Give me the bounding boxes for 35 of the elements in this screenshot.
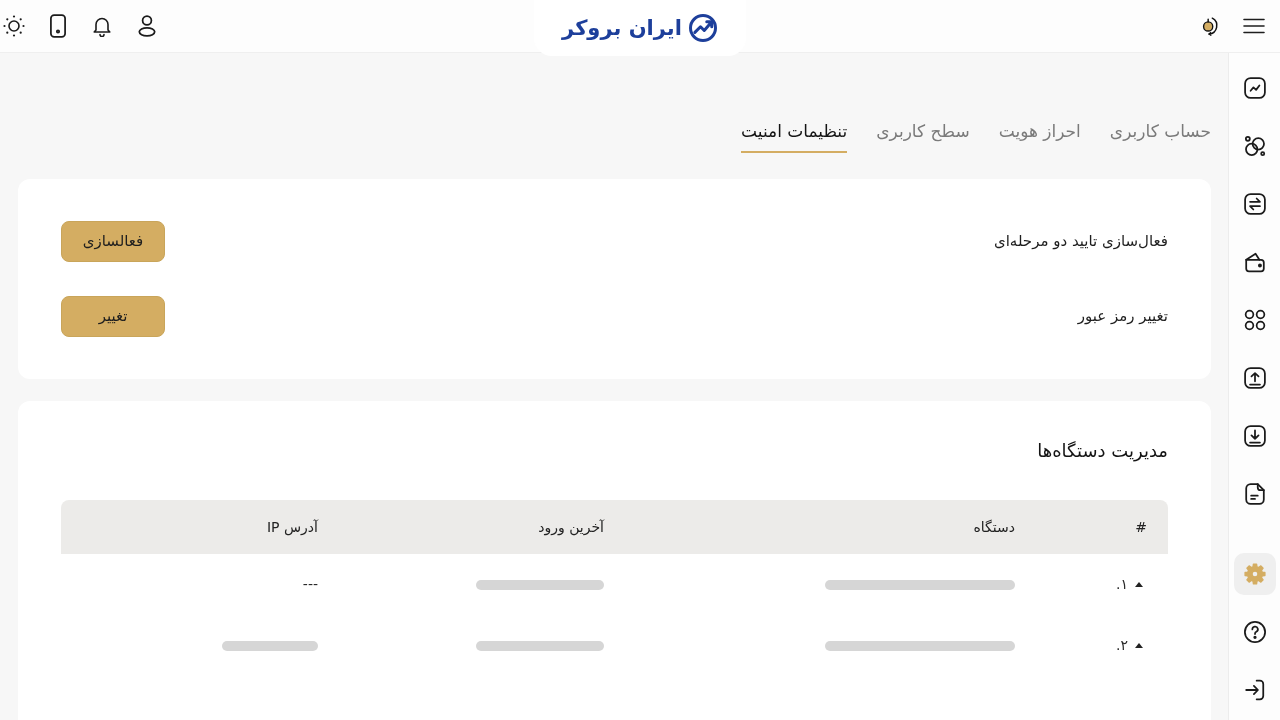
tab[interactable]: تنظیمات امنیت [741, 119, 848, 153]
caret-up-icon[interactable] [1135, 643, 1143, 648]
chart-icon [1243, 77, 1266, 99]
menu-icon[interactable] [1243, 18, 1265, 34]
setting-label: فعال‌سازی تایید دو مرحله‌ای [993, 231, 1168, 253]
caret-up-icon[interactable] [1135, 582, 1143, 587]
wallet-icon [1243, 251, 1266, 273]
logo-text: ایران بروکر [562, 15, 682, 42]
table-cell-text: --- [302, 575, 318, 594]
login-icon [1243, 679, 1266, 701]
document-icon [1243, 483, 1266, 505]
row-number: ۱. [1116, 575, 1128, 594]
apps-icon [1243, 309, 1266, 331]
user-icon[interactable] [137, 15, 157, 37]
swap-icon [1243, 193, 1266, 215]
setting-label: تغییر رمز عبور [1077, 306, 1168, 328]
circles-icon [1243, 135, 1266, 157]
tab[interactable]: سطح کاربری [876, 119, 970, 153]
sun-icon[interactable] [3, 15, 25, 37]
download-icon [1243, 425, 1266, 447]
action-button[interactable]: تغییر [61, 296, 165, 337]
upload-icon [1243, 367, 1266, 389]
tab[interactable]: احراز هویت [998, 119, 1081, 153]
column-header: # [1036, 500, 1168, 554]
help-icon [1243, 621, 1266, 643]
column-header: دستگاه [625, 500, 1036, 554]
settings-icon [1243, 563, 1266, 585]
column-header: آخرین ورود [339, 500, 625, 554]
section-title: مدیریت دستگاه‌ها [1036, 439, 1168, 463]
row-number: ۲. [1116, 636, 1128, 655]
bell-icon[interactable] [91, 15, 113, 37]
tab[interactable]: حساب کاربری [1109, 119, 1211, 153]
phone-icon[interactable] [49, 14, 67, 38]
column-header: آدرس IP [61, 500, 339, 554]
action-button[interactable]: فعالسازی [61, 221, 165, 262]
